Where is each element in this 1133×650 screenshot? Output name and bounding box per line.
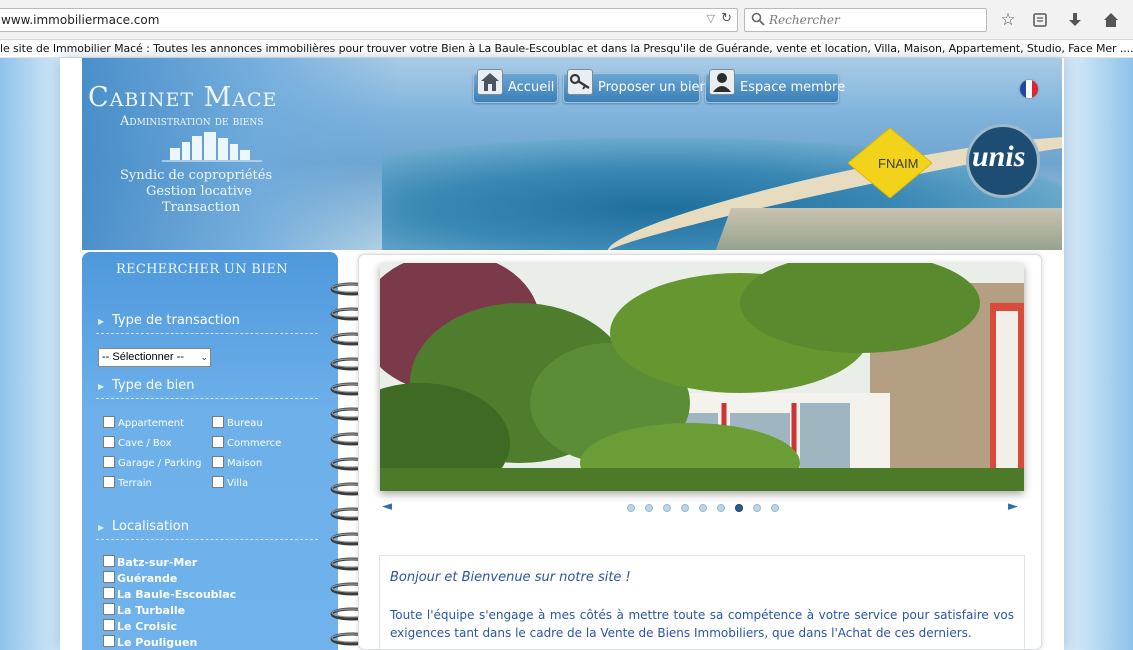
checkbox-appartement[interactable]	[103, 416, 115, 428]
url-bar[interactable]: www.immobiliermace.com ▽ ↻	[0, 8, 738, 32]
checkbox-villa[interactable]	[212, 476, 224, 488]
transaction-select[interactable]: -- Sélectionner -- ⌄	[98, 348, 211, 367]
slideshow-dot[interactable]	[645, 504, 653, 512]
reading-list-icon[interactable]	[1030, 10, 1050, 30]
checkbox-label: La Baule-Escoublac	[117, 588, 237, 601]
divider	[96, 398, 318, 399]
nav-proposer-label: Proposer un bien	[598, 80, 708, 95]
slideshow-dot[interactable]	[717, 504, 725, 512]
buildings-icon	[162, 132, 262, 162]
checkbox-label: Terrain	[118, 478, 152, 489]
slideshow-dot[interactable]	[681, 504, 689, 512]
section-title-localisation: Localisation	[112, 519, 189, 534]
url-text[interactable]: www.immobiliermace.com	[1, 13, 159, 27]
slideshow-prev-icon[interactable]: ◄	[382, 499, 392, 514]
chevron-right-icon: ▶	[98, 317, 105, 326]
slideshow-dot[interactable]	[627, 504, 635, 512]
sidebar-title: Rechercher un bien	[116, 262, 288, 277]
checkbox-label: Le Pouliguen	[117, 636, 198, 649]
nav-espace-membre-button[interactable]: Espace membre	[705, 69, 845, 103]
reload-icon[interactable]: ↻	[721, 11, 732, 26]
slideshow-dot[interactable]	[771, 504, 779, 512]
slideshow-image[interactable]	[380, 263, 1024, 491]
nav-accueil-button[interactable]: Accueil	[473, 69, 558, 103]
section-title-type-bien: Type de bien	[112, 378, 195, 393]
chevron-down-icon: ⌄	[200, 352, 208, 362]
checkbox-label: Cave / Box	[118, 438, 172, 449]
checkbox-label: Guérande	[117, 572, 178, 585]
logo-title[interactable]: Cabinet Mace	[88, 82, 277, 113]
download-icon[interactable]	[1065, 10, 1085, 30]
nav-proposer-button[interactable]: Proposer un bien	[563, 69, 708, 103]
checkbox-maison[interactable]	[212, 456, 224, 468]
unis-label: unis	[972, 140, 1026, 173]
banner-town	[712, 208, 1062, 250]
bookmark-star-icon[interactable]: ☆	[998, 10, 1018, 30]
checkbox-label: Maison	[227, 458, 263, 469]
welcome-text: Toute l'équipe s'engage à mes côtés à me…	[390, 608, 1014, 640]
checkbox-le-croisic[interactable]	[103, 619, 115, 631]
search-box[interactable]: Rechercher	[744, 8, 987, 32]
checkbox-commerce[interactable]	[212, 436, 224, 448]
slideshow-dot[interactable]	[753, 504, 761, 512]
nav-accueil-label: Accueil	[508, 80, 555, 95]
nav-espace-membre-label: Espace membre	[740, 80, 846, 95]
logo-line-transaction: Transaction	[162, 200, 241, 215]
transaction-select-value: -- Sélectionner --	[102, 351, 184, 363]
user-icon	[709, 69, 735, 95]
checkbox-bureau[interactable]	[212, 416, 224, 428]
slideshow-dot[interactable]	[735, 504, 743, 512]
checkbox-label: Garage / Parking	[118, 458, 202, 469]
checkbox-batz-sur-mer[interactable]	[103, 555, 115, 567]
welcome-title: Bonjour et Bienvenue sur notre site !	[390, 570, 631, 585]
logo-subtitle: Administration de biens	[120, 114, 264, 129]
slideshow-dot[interactable]	[699, 504, 707, 512]
checkbox-guerande[interactable]	[103, 571, 115, 583]
checkbox-label: Appartement	[118, 418, 185, 429]
page-title-bar: le site de Immobilier Macé : Toutes les …	[0, 40, 1133, 58]
checkbox-la-turballe[interactable]	[103, 603, 115, 615]
section-title-transaction: Type de transaction	[112, 313, 240, 328]
key-icon	[567, 69, 593, 95]
search-icon	[751, 12, 765, 26]
home-icon[interactable]	[1101, 10, 1121, 30]
checkbox-cave-box[interactable]	[103, 436, 115, 448]
chevron-right-icon: ▶	[98, 382, 105, 391]
checkbox-la-baule[interactable]	[103, 587, 115, 599]
checkbox-label: Le Croisic	[117, 620, 177, 633]
france-flag-icon[interactable]	[1020, 80, 1038, 98]
logo-line-gestion: Gestion locative	[146, 184, 252, 199]
slideshow-dot[interactable]	[663, 504, 671, 512]
checkbox-label: Commerce	[227, 438, 282, 449]
divider	[96, 539, 318, 540]
checkbox-label: Batz-sur-Mer	[117, 556, 198, 569]
url-dropdown-icon[interactable]: ▽	[707, 12, 715, 25]
slideshow-next-icon[interactable]: ►	[1008, 499, 1018, 514]
checkbox-label: Villa	[227, 478, 249, 489]
checkbox-label: Bureau	[227, 418, 263, 429]
checkbox-terrain[interactable]	[103, 476, 115, 488]
checkbox-label: La Turballe	[117, 604, 186, 617]
garden-photo	[380, 263, 1024, 491]
divider	[96, 333, 318, 334]
chevron-right-icon: ▶	[98, 523, 105, 532]
checkbox-le-pouliguen[interactable]	[103, 635, 115, 647]
home-icon	[477, 69, 503, 95]
logo-line-syndic: Syndic de copropriétés	[120, 168, 273, 183]
search-input[interactable]: Rechercher	[769, 13, 840, 27]
browser-toolbar: www.immobiliermace.com ▽ ↻ Rechercher ☆	[0, 0, 1133, 40]
page-title: le site de Immobilier Macé : Toutes les …	[0, 42, 1133, 55]
fnaim-label: FNAIM	[878, 156, 919, 171]
checkbox-garage-parking[interactable]	[103, 456, 115, 468]
